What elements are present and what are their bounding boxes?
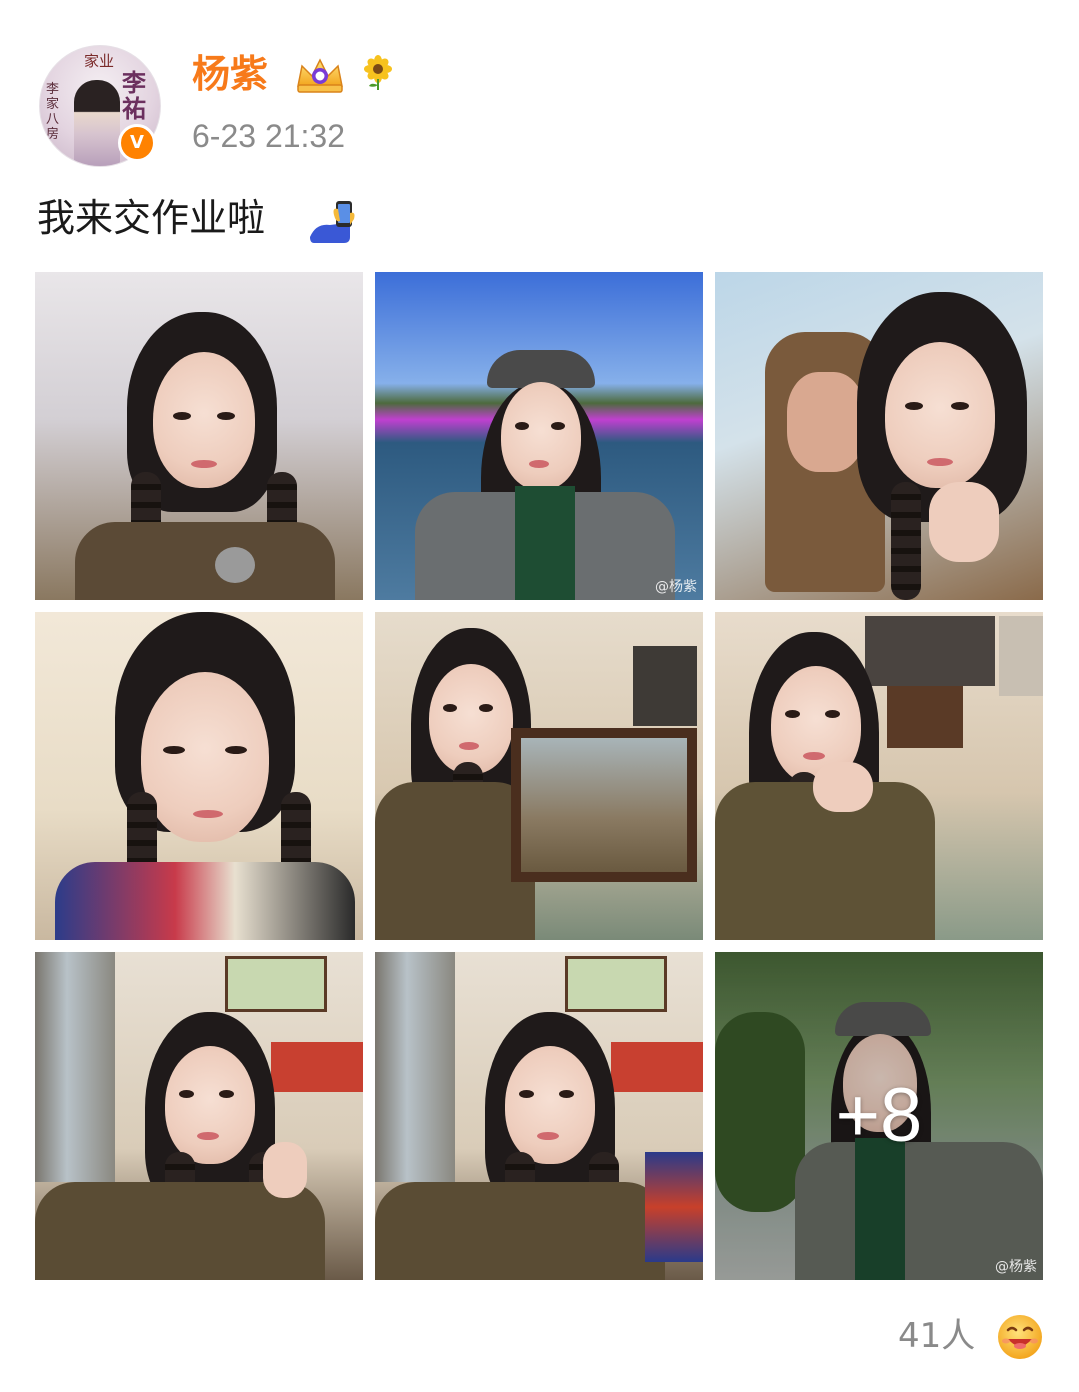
shelf-decor (271, 1042, 363, 1092)
photo-3[interactable] (715, 272, 1043, 600)
selfie-icon (310, 201, 355, 243)
more-images-count: +8 (835, 1073, 923, 1158)
photo-eye (905, 402, 923, 410)
verified-badge: V (118, 124, 156, 162)
photo-eye (515, 422, 529, 430)
photo-7[interactable] (35, 952, 363, 1280)
photo-body (75, 522, 335, 600)
window (375, 952, 455, 1182)
photo-lips (537, 1132, 559, 1140)
photo-face (501, 382, 581, 490)
photo-lips (803, 752, 825, 760)
photo-eye (551, 422, 565, 430)
photo-8[interactable] (375, 952, 703, 1280)
photo-frame (511, 728, 697, 882)
photo-body (55, 862, 355, 940)
photo-6[interactable] (715, 612, 1043, 940)
avatar-calligraphy-left: 李家八房 (46, 82, 60, 142)
photo-face (505, 1046, 595, 1164)
photo-eye (179, 1090, 194, 1098)
photo-eye (951, 402, 969, 410)
username[interactable]: 杨紫 (192, 50, 268, 98)
photo-lips (927, 458, 953, 466)
photo-lips (529, 460, 549, 468)
photo-eye (785, 710, 800, 718)
photo-watermark: @杨紫 (995, 1259, 1037, 1275)
framed-group-photo (521, 738, 687, 872)
photo-eye (519, 1090, 534, 1098)
wall-frame (865, 616, 995, 686)
photo-eye (225, 746, 247, 754)
photo-eye (163, 746, 185, 754)
shelf-decor (611, 1042, 703, 1092)
photo-watermark: @杨紫 (655, 579, 697, 595)
image-grid: @杨紫 +8 @杨紫 (35, 272, 1043, 1280)
photo-eye (479, 704, 493, 712)
laughing-face-icon[interactable] (996, 1313, 1044, 1361)
crown-icon[interactable] (294, 56, 346, 94)
photo-face (165, 1046, 255, 1164)
mural-face (787, 372, 865, 472)
photo-5[interactable] (375, 612, 703, 940)
photo-eye (443, 704, 457, 712)
photo-eye (825, 710, 840, 718)
photo-scarf (515, 486, 575, 600)
photo-frame (887, 686, 963, 748)
post-text: 我来交作业啦 (37, 196, 266, 240)
photo-4[interactable] (35, 612, 363, 940)
wall-painting (225, 956, 327, 1012)
photo-eye (559, 1090, 574, 1098)
photo-1[interactable] (35, 272, 363, 600)
window (35, 952, 115, 1182)
avatar-figure (74, 80, 120, 166)
wall-painting (565, 956, 667, 1012)
sunflower-icon (364, 55, 392, 90)
photo-2[interactable]: @杨紫 (375, 272, 703, 600)
microphone-icon (215, 547, 255, 583)
photo-body (375, 1182, 665, 1280)
photo-hand (929, 482, 999, 562)
photo-lips (197, 1132, 219, 1140)
photo-lips (191, 460, 217, 468)
photo-braid (891, 482, 921, 600)
post-timestamp: 6-23 21:32 (192, 118, 346, 154)
photo-hand (813, 762, 873, 812)
more-images-overlay[interactable]: +8 (715, 952, 1043, 1280)
avatar-calligraphy-right: 李祐 (122, 68, 146, 123)
photo-face (885, 342, 995, 488)
photo-face (429, 664, 513, 774)
avatar-calligraphy-top: 家业 (84, 52, 115, 70)
photo-lips (193, 810, 223, 818)
photo-lips (459, 742, 479, 750)
wall-photo (999, 616, 1043, 696)
photo-eye (219, 1090, 234, 1098)
thumbs-up-hand (263, 1142, 307, 1198)
wall-frame (633, 646, 697, 726)
rug (645, 1152, 703, 1262)
reaction-count[interactable]: 41人 (898, 1314, 975, 1358)
photo-eye (217, 412, 235, 420)
photo-9[interactable]: +8 @杨紫 (715, 952, 1043, 1280)
photo-eye (173, 412, 191, 420)
